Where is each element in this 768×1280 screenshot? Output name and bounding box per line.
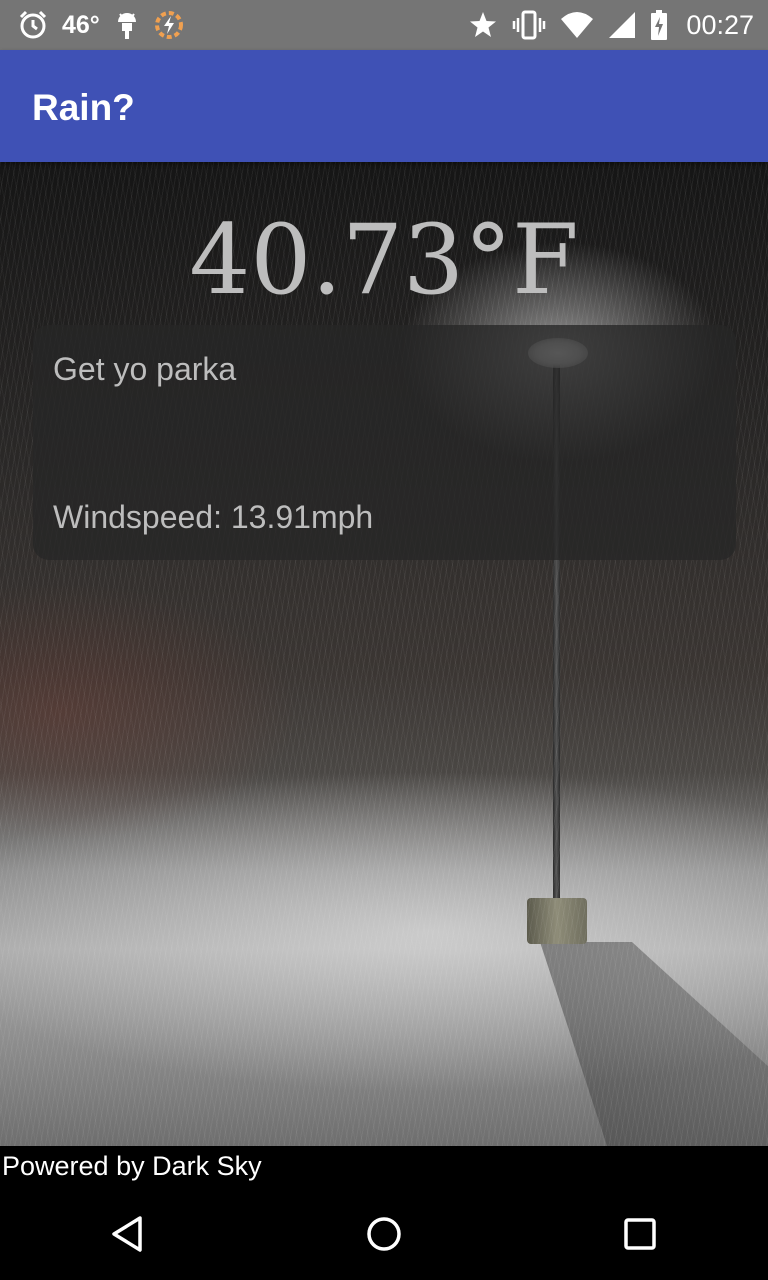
temperature-display: 40.73°F bbox=[189, 204, 579, 316]
signal-icon bbox=[608, 11, 636, 39]
vibrate-icon bbox=[512, 10, 546, 40]
status-bar-right: 00:27 bbox=[468, 10, 754, 41]
weather-card: Get yo parka Windspeed: 13.91mph bbox=[33, 325, 736, 560]
back-icon bbox=[108, 1214, 148, 1259]
status-time: 00:27 bbox=[686, 9, 754, 40]
wifi-icon bbox=[560, 11, 594, 39]
star-icon bbox=[468, 10, 498, 40]
status-temperature: 46° bbox=[62, 10, 100, 39]
alarm-icon bbox=[18, 10, 48, 40]
tasker-icon bbox=[154, 10, 184, 40]
status-bar-left: 46° bbox=[18, 10, 198, 40]
status-bar: 46° 00:27 bbox=[0, 0, 768, 50]
recents-icon bbox=[622, 1216, 658, 1257]
android-icon bbox=[114, 10, 140, 40]
battery-charging-icon bbox=[650, 10, 668, 40]
home-button[interactable] bbox=[324, 1192, 444, 1280]
attribution-text[interactable]: Powered by Dark Sky bbox=[0, 1146, 768, 1192]
app-bar: Rain? bbox=[0, 50, 768, 162]
recents-button[interactable] bbox=[580, 1192, 700, 1280]
back-button[interactable] bbox=[68, 1192, 188, 1280]
navigation-bar bbox=[0, 1192, 768, 1280]
home-icon bbox=[364, 1214, 404, 1259]
weather-summary: Get yo parka bbox=[53, 351, 237, 387]
app-title: Rain? bbox=[32, 87, 135, 128]
windspeed-label: Windspeed: 13.91mph bbox=[53, 499, 374, 535]
